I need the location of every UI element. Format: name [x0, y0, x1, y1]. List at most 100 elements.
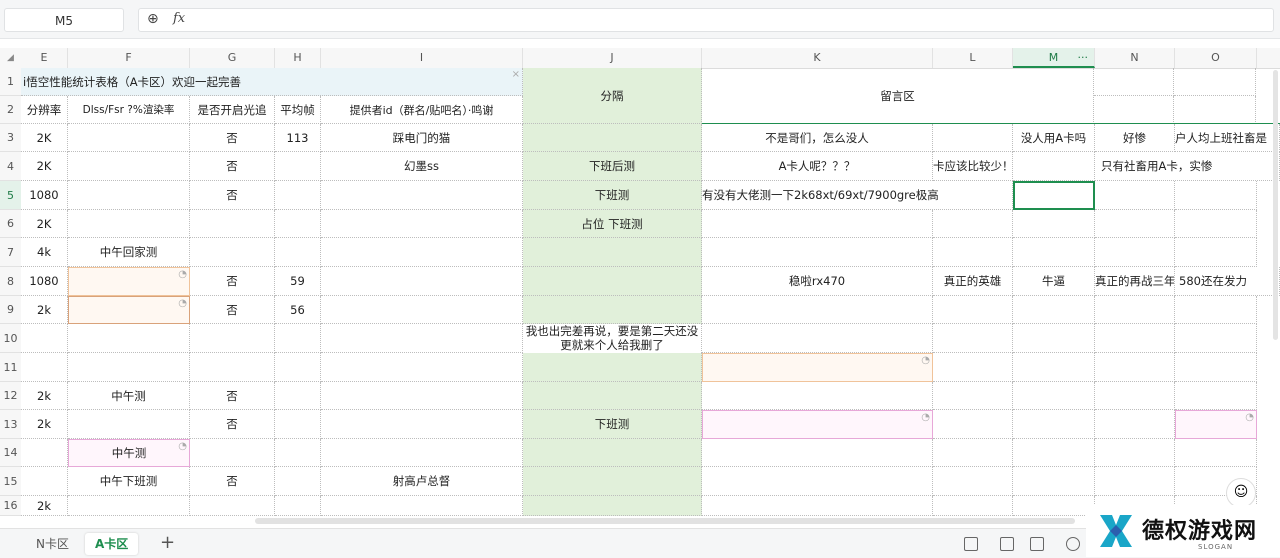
col-header-f[interactable]: F — [68, 48, 190, 68]
cell[interactable] — [702, 467, 933, 496]
cell[interactable]: 下班后测 — [523, 152, 702, 181]
cell[interactable] — [702, 296, 933, 324]
cell[interactable]: 1080 — [21, 181, 68, 210]
cell[interactable]: 2k — [21, 410, 68, 439]
cell[interactable]: 稳啦rx470 — [702, 267, 933, 296]
cell[interactable] — [523, 124, 702, 152]
cell[interactable]: 否 — [190, 296, 275, 324]
cell[interactable]: 2K — [21, 152, 68, 181]
cell[interactable] — [21, 439, 68, 467]
commented-cell[interactable]: ◔ — [68, 267, 190, 296]
cell[interactable] — [68, 210, 190, 238]
cell[interactable] — [933, 210, 1013, 238]
cell[interactable]: 好惨 — [1095, 124, 1175, 152]
commented-cell[interactable]: ◔ — [68, 296, 190, 324]
cell[interactable]: 1080 — [21, 267, 68, 296]
cell[interactable] — [1013, 353, 1095, 382]
cell[interactable]: 580还在发力 — [1175, 267, 1280, 296]
cell[interactable] — [933, 296, 1013, 324]
tab-a-card[interactable]: A卡区 — [85, 533, 139, 555]
cell[interactable]: 否 — [190, 181, 275, 210]
cell[interactable]: 否 — [190, 152, 275, 181]
cell[interactable] — [190, 238, 275, 267]
cell[interactable] — [523, 467, 702, 496]
cell[interactable]: 射高卢总督 — [321, 467, 523, 496]
cell[interactable] — [933, 238, 1013, 267]
row-header[interactable]: 7 — [0, 238, 21, 267]
cell[interactable]: 2k — [21, 296, 68, 324]
cell[interactable] — [275, 152, 321, 181]
cell[interactable]: 113 — [275, 124, 321, 152]
cell[interactable]: 真正的再战三年 — [1095, 267, 1175, 296]
cell[interactable] — [275, 353, 321, 382]
cell[interactable] — [1013, 382, 1095, 410]
cell[interactable] — [933, 353, 1013, 382]
comment-icon[interactable]: ◔ — [921, 355, 930, 366]
cell[interactable] — [1175, 324, 1257, 353]
cell[interactable] — [321, 238, 523, 267]
cell[interactable] — [1095, 410, 1175, 439]
cell[interactable]: 只有社畜用A卡，实惨 — [1095, 152, 1280, 181]
comment-icon[interactable]: ◔ — [178, 298, 187, 309]
cell[interactable] — [1175, 439, 1257, 467]
comment-icon[interactable]: ◔ — [178, 441, 187, 452]
cell[interactable]: 中午测 — [68, 382, 190, 410]
cell[interactable] — [1095, 353, 1175, 382]
cell[interactable] — [68, 353, 190, 382]
view-icon[interactable] — [964, 537, 978, 551]
row-header[interactable]: 14 — [0, 439, 21, 467]
cell[interactable] — [933, 496, 1013, 516]
col-header-h[interactable]: H — [275, 48, 321, 68]
header-cell[interactable]: 是否开启光追 — [190, 96, 275, 124]
cell[interactable] — [321, 496, 523, 516]
cell[interactable] — [1013, 210, 1095, 238]
cell[interactable] — [275, 382, 321, 410]
horizontal-scrollbar[interactable] — [255, 518, 1075, 524]
row-header[interactable]: 1 — [0, 68, 21, 96]
row-header[interactable]: 10 — [0, 324, 21, 353]
cell[interactable]: 占位 下班测 — [523, 210, 702, 238]
commented-cell[interactable]: 中午测 ◔ — [68, 439, 190, 467]
cell[interactable]: 牛逼 — [1013, 267, 1095, 296]
column-menu-icon[interactable]: ··· — [1078, 48, 1089, 68]
cell[interactable] — [68, 496, 190, 516]
col-header-o[interactable]: O — [1175, 48, 1257, 68]
cell[interactable] — [523, 296, 702, 324]
row-header[interactable]: 8 — [0, 267, 21, 296]
cell[interactable]: 2K — [21, 210, 68, 238]
cell[interactable] — [1013, 238, 1095, 267]
col-header-j[interactable]: J — [523, 48, 702, 68]
cell[interactable] — [21, 467, 68, 496]
cell[interactable] — [702, 439, 933, 467]
row-header[interactable]: 3 — [0, 124, 21, 152]
cell[interactable]: 2k — [21, 496, 68, 516]
cell[interactable] — [1095, 467, 1175, 496]
cell[interactable]: 没人用A卡吗 — [1013, 124, 1095, 152]
cell[interactable] — [68, 410, 190, 439]
separator-header-cell[interactable]: 分隔 — [523, 68, 702, 124]
cell[interactable] — [190, 210, 275, 238]
cell[interactable] — [933, 439, 1013, 467]
cell[interactable] — [933, 467, 1013, 496]
header-cell[interactable]: Dlss/Fsr ?%渲染率 — [68, 96, 190, 124]
cell[interactable] — [933, 324, 1013, 353]
row-header[interactable]: 15 — [0, 467, 21, 496]
header-cell[interactable]: 提供者id（群名/贴吧名）·鸣谢 — [321, 96, 523, 124]
cell[interactable]: 4k — [21, 238, 68, 267]
cell[interactable]: 否 — [190, 410, 275, 439]
col-header-e[interactable]: E — [21, 48, 68, 68]
cell[interactable] — [190, 496, 275, 516]
col-header-n[interactable]: N — [1095, 48, 1175, 68]
cell[interactable] — [321, 181, 523, 210]
cell[interactable] — [68, 152, 190, 181]
cell[interactable] — [275, 439, 321, 467]
cell[interactable] — [1013, 439, 1095, 467]
cell[interactable]: 否 — [190, 382, 275, 410]
cell[interactable] — [1175, 353, 1257, 382]
vertical-scrollbar[interactable] — [1273, 70, 1278, 340]
cell[interactable] — [21, 324, 68, 353]
cell[interactable] — [523, 267, 702, 296]
close-icon[interactable]: × — [512, 69, 520, 80]
comment-area-header-cell[interactable]: 留言区 — [702, 68, 1094, 124]
cell[interactable] — [321, 353, 523, 382]
